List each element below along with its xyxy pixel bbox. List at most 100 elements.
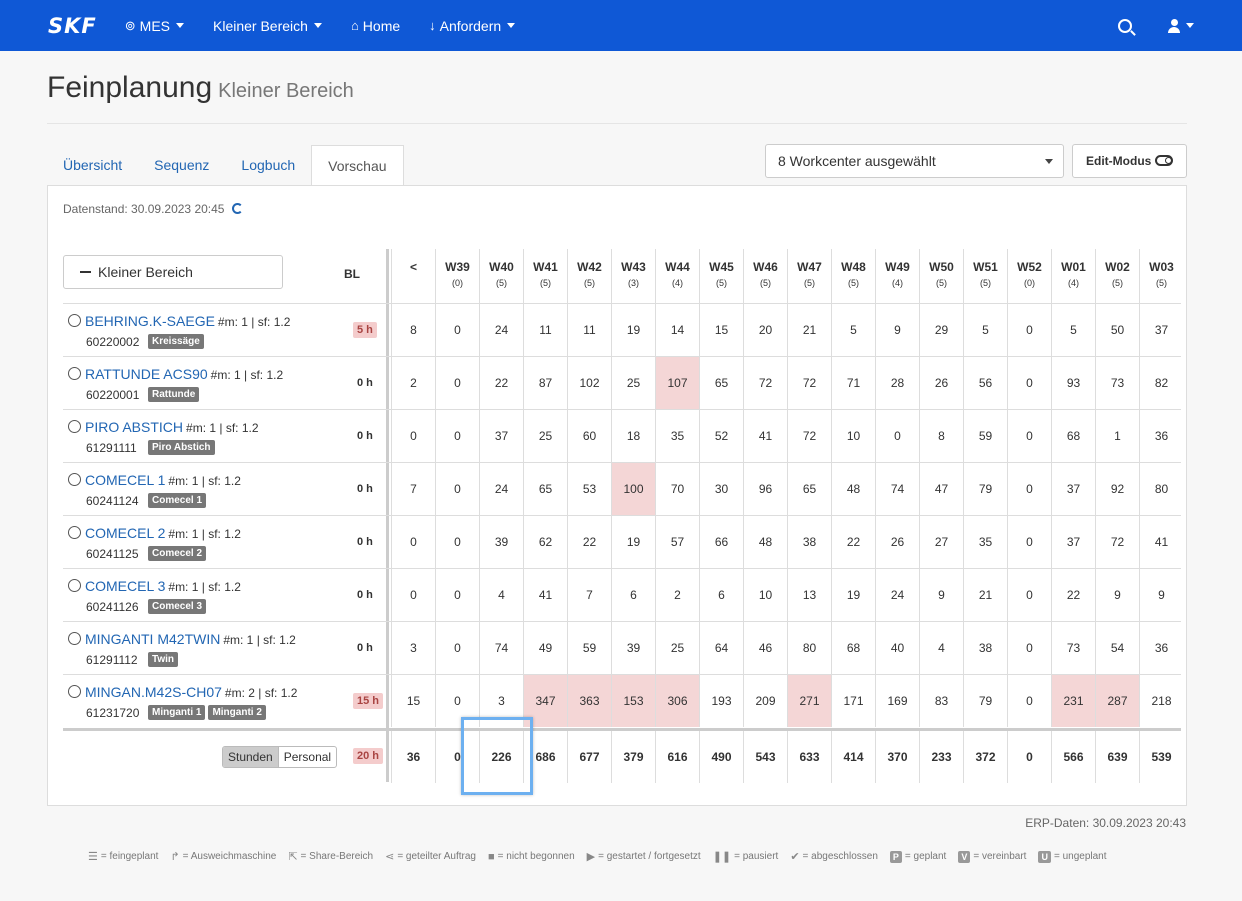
load-cell[interactable]: 287: [1095, 675, 1139, 727]
load-cell[interactable]: 0: [435, 516, 479, 568]
load-cell[interactable]: 65: [699, 357, 743, 409]
load-cell[interactable]: 2: [391, 357, 435, 409]
load-cell[interactable]: 24: [875, 569, 919, 621]
load-cell[interactable]: 3: [391, 622, 435, 674]
load-cell[interactable]: 36: [1139, 410, 1183, 462]
load-cell[interactable]: 4: [919, 622, 963, 674]
load-cell[interactable]: 36: [1139, 622, 1183, 674]
load-cell[interactable]: 306: [655, 675, 699, 727]
load-cell[interactable]: 35: [655, 410, 699, 462]
load-cell[interactable]: 25: [655, 622, 699, 674]
load-cell[interactable]: 82: [1139, 357, 1183, 409]
nav-item-anfordern[interactable]: ↓ Anfordern: [429, 18, 516, 34]
tab-logbuch[interactable]: Logbuch: [225, 145, 311, 186]
load-cell[interactable]: 26: [919, 357, 963, 409]
load-cell[interactable]: 5: [963, 304, 1007, 356]
load-cell[interactable]: 10: [831, 410, 875, 462]
load-cell[interactable]: 96: [743, 463, 787, 515]
load-cell[interactable]: 19: [831, 569, 875, 621]
load-cell[interactable]: 9: [875, 304, 919, 356]
load-cell[interactable]: 92: [1095, 463, 1139, 515]
load-cell[interactable]: 71: [831, 357, 875, 409]
personnel-toggle-button[interactable]: Personal: [279, 747, 336, 767]
load-cell[interactable]: 59: [567, 622, 611, 674]
row-radio[interactable]: [68, 632, 81, 645]
load-cell[interactable]: 0: [435, 304, 479, 356]
load-cell[interactable]: 30: [699, 463, 743, 515]
load-cell[interactable]: 6: [699, 569, 743, 621]
load-cell[interactable]: 74: [875, 463, 919, 515]
nav-item-mes[interactable]: ⊚ MES: [125, 18, 184, 34]
load-cell[interactable]: 41: [743, 410, 787, 462]
workcenter-link[interactable]: COMECEL 3: [85, 578, 165, 594]
load-cell[interactable]: 80: [787, 622, 831, 674]
load-cell[interactable]: 25: [523, 410, 567, 462]
load-cell[interactable]: 271: [787, 675, 831, 727]
load-cell[interactable]: 28: [875, 357, 919, 409]
workcenter-link[interactable]: COMECEL 2: [85, 525, 165, 541]
load-cell[interactable]: 66: [699, 516, 743, 568]
load-cell[interactable]: 15: [699, 304, 743, 356]
load-cell[interactable]: 57: [655, 516, 699, 568]
load-cell[interactable]: 50: [1095, 304, 1139, 356]
load-cell[interactable]: 0: [1007, 463, 1051, 515]
load-cell[interactable]: 0: [435, 357, 479, 409]
load-cell[interactable]: 38: [787, 516, 831, 568]
load-cell[interactable]: 193: [699, 675, 743, 727]
load-cell[interactable]: 0: [1007, 675, 1051, 727]
load-cell[interactable]: 73: [1095, 357, 1139, 409]
load-cell[interactable]: 53: [567, 463, 611, 515]
load-cell[interactable]: 19: [611, 516, 655, 568]
load-cell[interactable]: 79: [963, 463, 1007, 515]
load-cell[interactable]: 39: [479, 516, 523, 568]
workcenter-link[interactable]: PIRO ABSTICH: [85, 419, 183, 435]
load-cell[interactable]: 47: [919, 463, 963, 515]
load-cell[interactable]: 9: [1095, 569, 1139, 621]
load-cell[interactable]: 54: [1095, 622, 1139, 674]
row-radio[interactable]: [68, 314, 81, 327]
load-cell[interactable]: 24: [479, 463, 523, 515]
load-cell[interactable]: 100: [611, 463, 655, 515]
load-cell[interactable]: 18: [611, 410, 655, 462]
load-cell[interactable]: 0: [391, 410, 435, 462]
load-cell[interactable]: 38: [963, 622, 1007, 674]
load-cell[interactable]: 20: [743, 304, 787, 356]
load-cell[interactable]: 7: [391, 463, 435, 515]
workcenter-link[interactable]: RATTUNDE ACS90: [85, 366, 208, 382]
search-icon[interactable]: [1118, 18, 1132, 33]
load-cell[interactable]: 10: [743, 569, 787, 621]
tab-sequenz[interactable]: Sequenz: [138, 145, 225, 186]
load-cell[interactable]: 35: [963, 516, 1007, 568]
workcenter-link[interactable]: COMECEL 1: [85, 472, 165, 488]
load-cell[interactable]: 49: [523, 622, 567, 674]
load-cell[interactable]: 72: [787, 357, 831, 409]
load-cell[interactable]: 2: [655, 569, 699, 621]
load-cell[interactable]: 37: [1051, 516, 1095, 568]
row-radio[interactable]: [68, 473, 81, 486]
load-cell[interactable]: 72: [787, 410, 831, 462]
load-cell[interactable]: 46: [743, 622, 787, 674]
load-cell[interactable]: 209: [743, 675, 787, 727]
load-cell[interactable]: 79: [963, 675, 1007, 727]
load-cell[interactable]: 83: [919, 675, 963, 727]
load-cell[interactable]: 72: [743, 357, 787, 409]
load-cell[interactable]: 73: [1051, 622, 1095, 674]
load-cell[interactable]: 8: [391, 304, 435, 356]
load-cell[interactable]: 65: [523, 463, 567, 515]
load-cell[interactable]: 59: [963, 410, 1007, 462]
load-cell[interactable]: 11: [523, 304, 567, 356]
skf-logo[interactable]: SKF: [48, 14, 97, 38]
nav-item-kleiner-bereich[interactable]: Kleiner Bereich: [213, 18, 322, 34]
load-cell[interactable]: 1: [1095, 410, 1139, 462]
load-cell[interactable]: 37: [1051, 463, 1095, 515]
load-cell[interactable]: 68: [831, 622, 875, 674]
load-cell[interactable]: 231: [1051, 675, 1095, 727]
load-cell[interactable]: 70: [655, 463, 699, 515]
row-radio[interactable]: [68, 579, 81, 592]
load-cell[interactable]: 68: [1051, 410, 1095, 462]
hours-toggle-button[interactable]: Stunden: [223, 747, 279, 767]
row-radio[interactable]: [68, 685, 81, 698]
load-cell[interactable]: 5: [831, 304, 875, 356]
workcenter-link[interactable]: MINGAN.M42S-CH07: [85, 684, 222, 700]
load-cell[interactable]: 7: [567, 569, 611, 621]
